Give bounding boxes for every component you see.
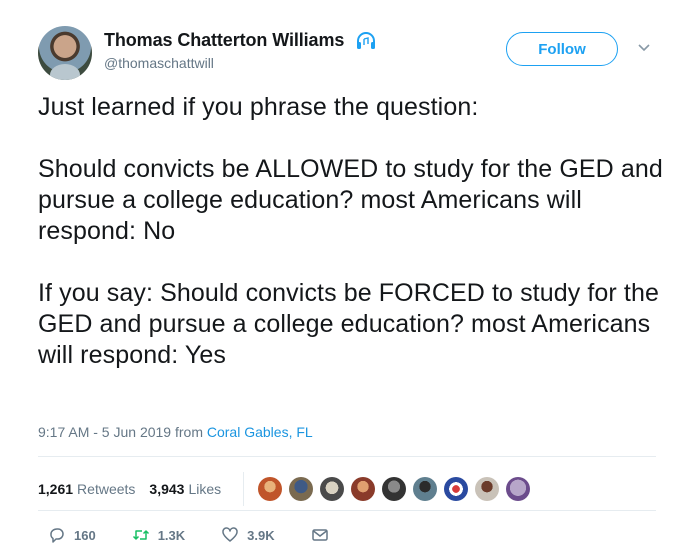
tweet-text: Just learned if you phrase the question:… <box>38 93 663 369</box>
retweets-count[interactable]: 1,261 <box>38 481 73 497</box>
liker-avatar[interactable] <box>506 477 531 501</box>
tweet-meta: 9:17 AM - 5 Jun 2019 from Coral Gables, … <box>38 424 313 440</box>
liker-avatar[interactable] <box>444 477 469 501</box>
retweet-count: 1.3K <box>157 527 186 543</box>
liker-avatar[interactable] <box>351 477 376 501</box>
from-label: from <box>174 424 203 440</box>
message-icon <box>311 529 328 541</box>
likes-count[interactable]: 3,943 <box>149 481 184 497</box>
liker-avatar[interactable] <box>320 477 345 501</box>
liker-avatar[interactable] <box>475 477 500 501</box>
chevron-down-icon[interactable] <box>636 40 652 56</box>
headphones-icon <box>356 31 375 49</box>
follow-button[interactable]: Follow <box>506 32 618 66</box>
divider <box>38 456 656 457</box>
avatar[interactable] <box>38 26 92 80</box>
liker-avatar[interactable] <box>413 477 438 501</box>
heart-icon <box>222 527 238 542</box>
likes-label[interactable]: Likes <box>188 481 221 497</box>
retweet-icon <box>132 530 149 540</box>
like-count: 3.9K <box>247 527 275 543</box>
tweet-actions: 160 1.3K 3.9K <box>48 526 373 544</box>
direct-message-button[interactable] <box>311 526 337 544</box>
timestamp[interactable]: 9:17 AM - 5 Jun 2019 <box>38 424 171 440</box>
reply-button[interactable]: 160 <box>48 526 96 544</box>
reply-count: 160 <box>74 527 96 543</box>
tweet-stats: 1,261 Retweets 3,943 Likes <box>38 472 537 506</box>
liker-avatars <box>243 472 537 506</box>
tweet-header: Thomas Chatterton Williams @thomaschattw… <box>38 26 668 82</box>
reply-icon <box>50 528 64 543</box>
divider <box>38 510 656 511</box>
display-name[interactable]: Thomas Chatterton Williams <box>104 30 344 51</box>
user-handle[interactable]: @thomaschattwill <box>104 55 377 71</box>
retweets-label[interactable]: Retweets <box>77 481 135 497</box>
liker-avatar[interactable] <box>289 477 314 501</box>
retweet-button[interactable]: 1.3K <box>132 526 185 544</box>
like-button[interactable]: 3.9K <box>221 526 275 544</box>
liker-avatar[interactable] <box>258 477 283 501</box>
liker-avatar[interactable] <box>382 477 407 501</box>
user-info: Thomas Chatterton Williams @thomaschattw… <box>104 30 377 71</box>
location-link[interactable]: Coral Gables, FL <box>207 424 313 440</box>
